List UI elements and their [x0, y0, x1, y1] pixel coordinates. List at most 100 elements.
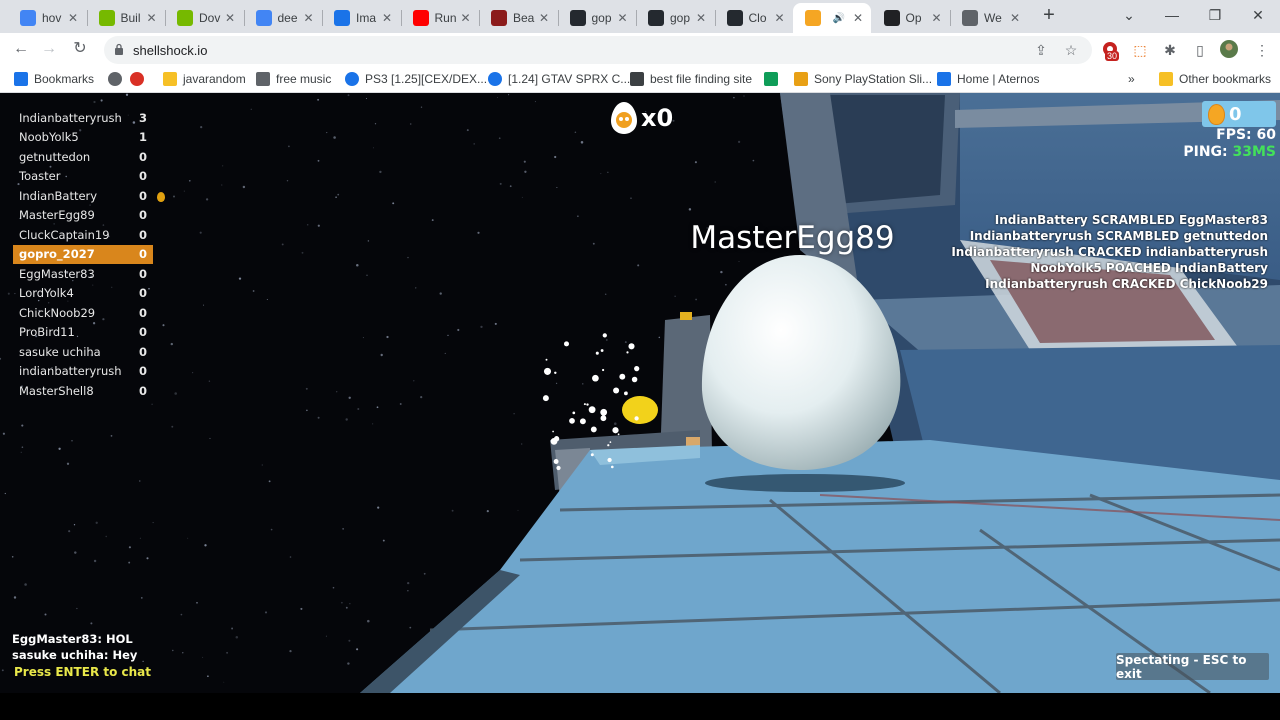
bookmark-item[interactable] — [764, 70, 784, 88]
extension-2-icon[interactable]: ⬚ — [1130, 40, 1150, 60]
back-button[interactable]: ← — [10, 38, 32, 60]
side-panel-icon[interactable]: ▯ — [1190, 40, 1210, 60]
tab-title: gop — [591, 11, 612, 25]
scoreboard-row: NoobYolk5 1 — [13, 128, 153, 148]
browser-tab[interactable]: Ima ✕ — [322, 3, 400, 33]
browser-tab[interactable]: hov ✕ — [8, 3, 86, 33]
bookmark-item[interactable] — [130, 70, 150, 88]
browser-tab[interactable]: gop ✕ — [636, 3, 714, 33]
new-tab-button[interactable]: + — [1038, 5, 1060, 27]
player-name: gopro_2027 — [19, 247, 95, 262]
kill-streak-value: x0 — [641, 104, 674, 132]
bookmark-item[interactable]: [1.24] GTAV SPRX C... — [488, 70, 630, 88]
scoreboard-row: ChickNoob29 0 — [13, 303, 153, 323]
bookmark-item[interactable] — [108, 70, 128, 88]
browser-tab[interactable]: 🔊 ✕ — [793, 3, 871, 33]
bookmark-item[interactable]: best file finding site — [630, 70, 752, 88]
bookmark-item[interactable]: Sony PlayStation Sli... — [794, 70, 932, 88]
kill-feed-entry: NoobYolk5 POACHED IndianBattery — [1030, 261, 1268, 275]
share-icon[interactable]: ⇪ — [1032, 41, 1050, 59]
bookmarks-bar: Bookmarks javarandom free music PS3 [1.25][… — [0, 65, 1280, 93]
bookmark-item[interactable]: PS3 [1.25][CEX/DEX... — [345, 70, 487, 88]
bookmark-item[interactable]: Bookmarks — [14, 70, 94, 88]
golden-egg-icon — [1208, 103, 1225, 125]
close-tab-icon[interactable]: ✕ — [537, 11, 551, 25]
more-bookmarks-chevron-icon[interactable]: » — [1128, 70, 1135, 88]
scoreboard-row: LordYolk4 0 — [13, 284, 153, 304]
scoreboard-row: getnuttedon 0 — [13, 147, 153, 167]
avatar[interactable] — [1219, 40, 1239, 60]
player-name: MasterEgg89 — [19, 208, 95, 223]
browser-tab[interactable]: gop ✕ — [558, 3, 636, 33]
close-tab-icon[interactable]: ✕ — [145, 11, 159, 25]
extension-badge: 30 — [1105, 51, 1120, 61]
spectate-exit-button[interactable]: Spectating - ESC to exit — [1116, 653, 1269, 681]
tab-separator — [714, 10, 716, 26]
player-score: 3 — [138, 110, 147, 125]
fps-readout: FPS: 60 — [1216, 127, 1276, 143]
nvidia-icon — [98, 10, 115, 26]
player-name: IndianBattery — [19, 188, 98, 203]
extensions-puzzle-icon[interactable]: ✱ — [1160, 40, 1180, 60]
address-bar[interactable]: shellshock.io ⇪ ☆ — [104, 36, 1092, 64]
browser-tab[interactable]: Bea ✕ — [479, 3, 557, 33]
reload-button[interactable]: ↻ — [69, 38, 91, 60]
game-viewport[interactable] — [0, 93, 1280, 693]
scoreboard-row: ProBird11 0 — [13, 323, 153, 343]
player-score: 0 — [138, 364, 147, 379]
youtube-icon — [412, 10, 429, 26]
tab-title: We — [984, 11, 1002, 25]
close-tab-icon[interactable]: ✕ — [459, 11, 473, 25]
spectated-player-name: MasterEgg89 — [690, 220, 895, 256]
close-tab-icon[interactable]: ✕ — [851, 11, 865, 25]
chat-message: EggMaster83: HOL — [12, 632, 133, 646]
minimize-button[interactable]: — — [1160, 4, 1184, 26]
browser-tab[interactable]: We ✕ — [950, 3, 1028, 33]
bookmark-item[interactable]: free music — [256, 70, 331, 88]
player-score: 0 — [138, 325, 147, 340]
browser-tab[interactable]: Buil ✕ — [87, 3, 165, 33]
player-name: indianbatteryrush — [19, 364, 122, 379]
forward-button[interactable]: → — [38, 38, 60, 60]
close-tab-icon[interactable]: ✕ — [66, 11, 80, 25]
bookmark-star-icon[interactable]: ☆ — [1062, 41, 1080, 59]
close-tab-icon[interactable]: ✕ — [773, 11, 787, 25]
close-tab-icon[interactable]: ✕ — [302, 11, 316, 25]
player-score: 0 — [138, 149, 147, 164]
player-name: getnuttedon — [19, 149, 91, 164]
tab-search-icon[interactable]: ⌄ — [1117, 4, 1141, 26]
tab-separator — [322, 10, 323, 26]
bookmark-label: Home | Aternos — [957, 72, 1040, 86]
kill-streak-counter: x0 — [610, 101, 673, 135]
close-tab-icon[interactable]: ✕ — [694, 11, 708, 25]
browser-tab[interactable]: Op ✕ — [872, 3, 950, 33]
maximize-button[interactable]: ❐ — [1203, 4, 1227, 26]
bookmark-item[interactable]: javarandom — [163, 70, 246, 88]
bookmark-item[interactable]: Other bookmarks — [1159, 70, 1271, 88]
player-name: sasuke uchiha — [19, 344, 101, 359]
speaker-icon[interactable]: 🔊 — [833, 13, 845, 24]
kill-feed: IndianBattery SCRAMBLED EggMaster83 India… — [951, 212, 1268, 292]
bookmark-item[interactable]: Home | Aternos — [937, 70, 1040, 88]
menu-kebab-icon[interactable]: ⋮ — [1252, 40, 1272, 60]
close-tab-icon[interactable]: ✕ — [616, 11, 630, 25]
github-icon — [648, 10, 664, 26]
close-tab-icon[interactable]: ✕ — [380, 11, 394, 25]
chat-log: EggMaster83: HOL sasuke uchiha: Hey — [12, 631, 137, 663]
ping-readout: PING: 33MS — [1183, 144, 1276, 161]
browser-tab[interactable]: Dov ✕ — [165, 3, 243, 33]
browser-tab[interactable]: Run ✕ — [401, 3, 479, 33]
url-text: shellshock.io — [133, 43, 208, 58]
player-score: 0 — [138, 305, 147, 320]
m-icon — [491, 10, 507, 26]
chat-message: sasuke uchiha: Hey — [12, 648, 138, 662]
close-window-button[interactable]: ✕ — [1246, 4, 1270, 26]
e-icon — [345, 72, 359, 86]
scoreboard-row: EggMaster83 0 — [13, 264, 153, 284]
coin-counter[interactable]: 0 — [1202, 101, 1276, 127]
browser-tab[interactable]: dee ✕ — [244, 3, 322, 33]
close-tab-icon[interactable]: ✕ — [1008, 11, 1022, 25]
close-tab-icon[interactable]: ✕ — [223, 11, 237, 25]
browser-tab[interactable]: Clo ✕ — [715, 3, 793, 33]
close-tab-icon[interactable]: ✕ — [930, 11, 944, 25]
